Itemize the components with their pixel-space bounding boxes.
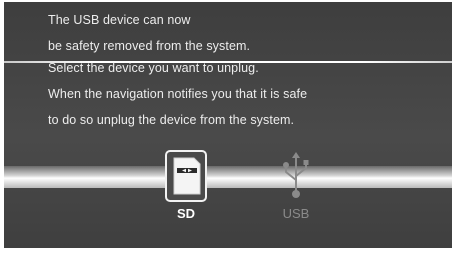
message-line-2: be safety removed from the system. <box>48 39 251 53</box>
usb-label: USB <box>282 206 310 221</box>
sd-device-button[interactable]: SD <box>156 150 216 230</box>
message-line-3: Select the device you want to unplug. <box>48 61 259 75</box>
device-selector-band <box>4 166 452 188</box>
message-line-5: to do so unplug the device from the syst… <box>48 113 295 127</box>
right-frame-border <box>452 0 460 254</box>
sd-card-icon <box>165 150 207 202</box>
message-line-1: The USB device can now <box>48 13 191 27</box>
usb-device-button[interactable]: USB <box>266 150 326 230</box>
sd-label: SD <box>176 206 196 221</box>
message-line-4: When the navigation notifies you that it… <box>48 87 308 101</box>
usb-icon <box>283 152 309 198</box>
unplug-device-screen: The USB device can now be safety removed… <box>4 2 452 248</box>
